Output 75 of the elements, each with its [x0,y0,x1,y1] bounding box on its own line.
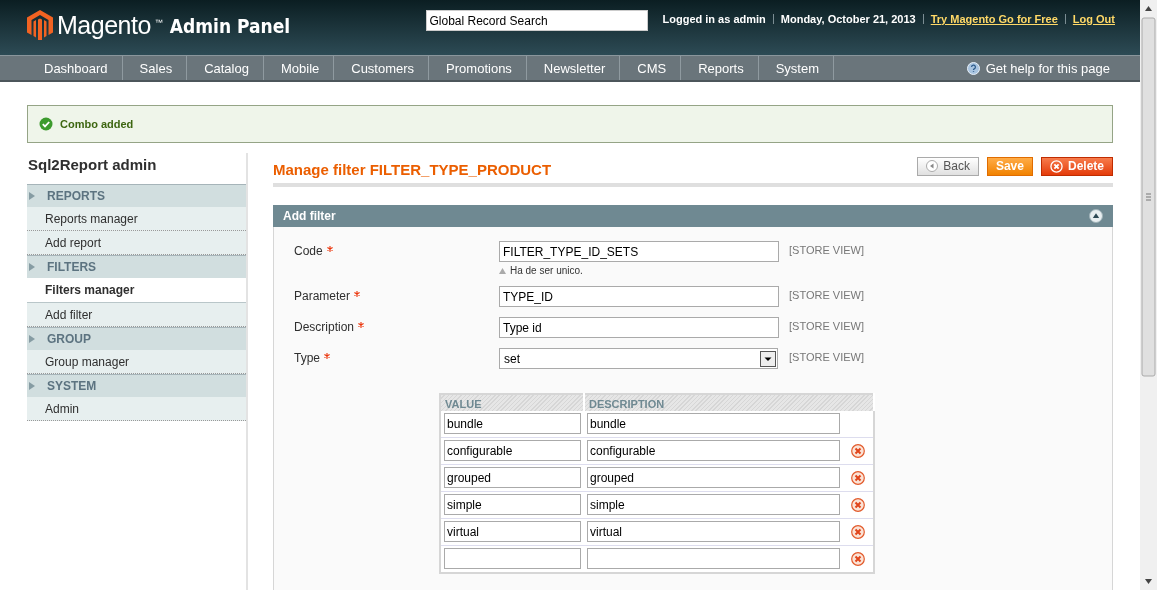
sidebar-item[interactable]: Reports manager [27,207,246,231]
remove-icon[interactable] [851,443,865,458]
nav-tab[interactable]: System [758,56,835,80]
scope-label: [STORE VIEW] [789,288,864,301]
nav-tab[interactable]: Reports [681,56,759,80]
help-link[interactable]: Get help for this page [985,60,1110,76]
nav-tab[interactable]: CMS [620,56,682,80]
triangle-icon [499,267,506,274]
description-field[interactable]: bundle [587,413,840,434]
trademark-mark: ™ [154,18,163,27]
header-info: Logged in as admin [662,13,766,25]
text-field[interactable]: TYPE_ID [499,286,779,307]
remove-icon[interactable] [851,470,865,485]
value-field[interactable]: configurable [444,440,581,461]
description-field[interactable]: configurable [587,440,840,461]
value-field[interactable]: virtual [444,521,581,542]
sidebar-item[interactable]: Add filter [27,303,246,327]
caret-icon [29,335,35,343]
value-field[interactable]: bundle [444,413,581,434]
remove-icon[interactable] [851,524,865,539]
help-icon [966,61,980,75]
field-label: Code [294,244,323,258]
logo-icon [27,10,53,40]
nav-tab[interactable]: Newsletter [526,56,621,80]
nav-tab[interactable]: Catalog [187,56,264,80]
search-field[interactable]: Global Record Search [425,10,648,31]
remove-icon[interactable] [851,551,865,566]
nav-tab[interactable]: Mobile [263,56,335,80]
description-field[interactable]: virtual [587,521,840,542]
nav-tab[interactable]: Sales [122,56,188,80]
value-field[interactable] [444,548,581,569]
section-header[interactable]: Add filter [273,205,1113,227]
caret-icon [29,382,35,390]
scope-label: [STORE VIEW] [789,350,864,363]
field-label: Parameter [294,289,351,303]
page-title: Manage filter FILTER_TYPE_PRODUCT [273,160,553,178]
scope-label: [STORE VIEW] [789,243,864,256]
check-icon [39,117,53,131]
message-text: Combo added [60,118,134,130]
nav-tab[interactable]: Dashboard [27,56,123,80]
field-label: Description [294,320,355,334]
remove-icon[interactable] [851,497,865,512]
field-note: Ha de ser unico. [510,265,583,276]
header-info: Monday, October 21, 2013 [780,13,916,25]
sidebar-section[interactable]: FILTERS [27,255,246,278]
scope-label: [STORE VIEW] [789,319,864,332]
collapse-icon[interactable] [1089,209,1103,223]
description-field[interactable] [587,548,840,569]
header-link[interactable]: Try Magento Go for Free [930,13,1058,25]
logo-subtitle: Admin Panel [169,14,291,39]
value-field[interactable]: grouped [444,467,581,488]
column-header: VALUE [440,394,584,411]
sidebar-item[interactable]: Add report [27,231,246,255]
sidebar-section[interactable]: GROUP [27,327,246,350]
sidebar-item[interactable]: Admin [27,397,246,421]
description-field[interactable]: simple [587,494,840,515]
field-label: Type [294,351,320,365]
sidebar-item[interactable]: Group manager [27,350,246,374]
type-select[interactable]: set [499,348,778,369]
nav-tab[interactable]: Customers [334,56,430,80]
back-icon [926,160,939,172]
logo-text: Magento [57,10,151,40]
description-field[interactable]: grouped [587,467,840,488]
caret-icon [29,263,35,271]
header-link[interactable]: Log Out [1072,13,1115,25]
back-button[interactable]: Back [917,156,979,176]
delete-icon [1049,159,1063,173]
caret-icon [29,192,35,200]
sidebar-section[interactable]: REPORTS [27,184,246,207]
column-header: DESCRIPTION [584,394,874,411]
sidebar-section[interactable]: SYSTEM [27,374,246,397]
nav-tab[interactable]: Promotions [429,56,527,80]
text-field[interactable]: FILTER_TYPE_ID_SETS [499,241,779,262]
text-field[interactable]: Type id [499,317,779,338]
value-field[interactable]: simple [444,494,581,515]
